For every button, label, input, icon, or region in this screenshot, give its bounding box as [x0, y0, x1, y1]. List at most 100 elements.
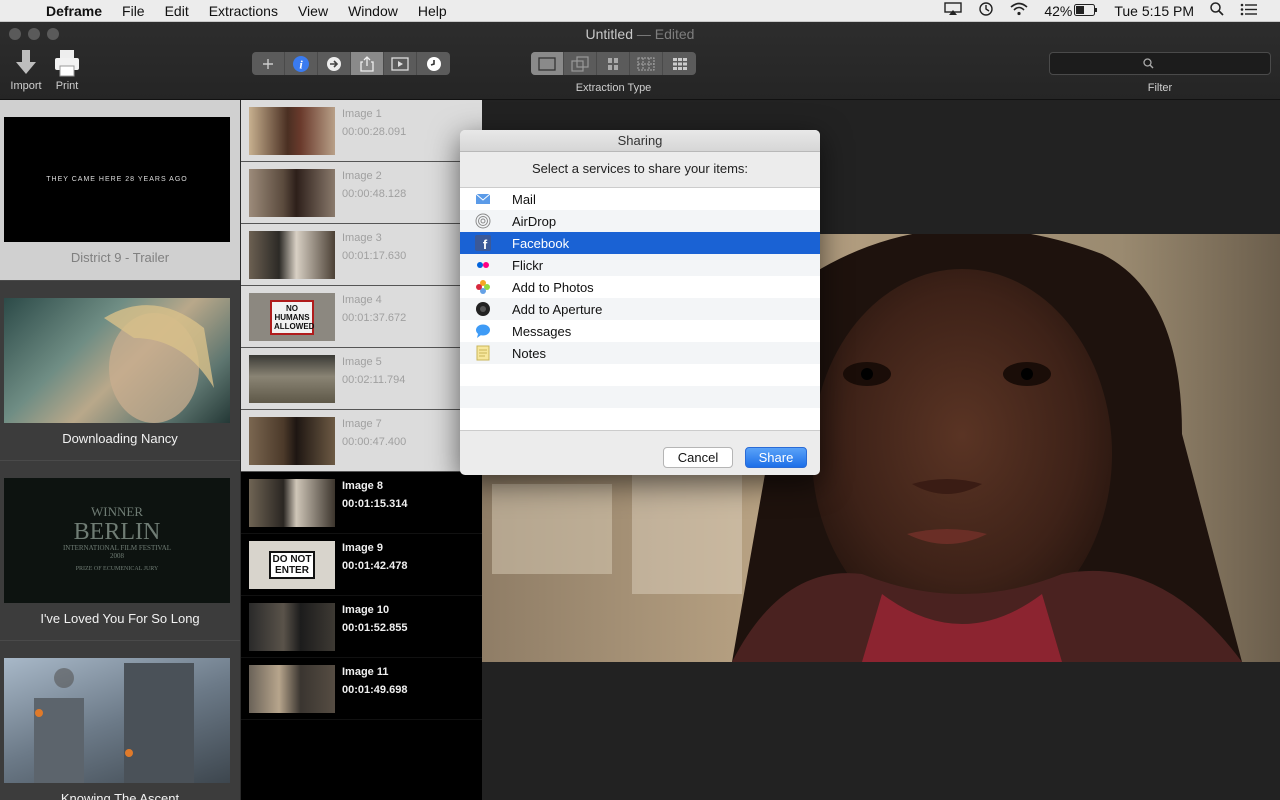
- filter-search-field[interactable]: [1049, 52, 1271, 75]
- share-toolbar-button[interactable]: [351, 52, 384, 75]
- image-row[interactable]: Image 5 00:02:11.794: [241, 348, 482, 410]
- info-button[interactable]: i: [285, 52, 318, 75]
- service-item-facebook[interactable]: f Facebook: [460, 232, 820, 254]
- extraction-stack-button[interactable]: [564, 52, 597, 75]
- thumbnail-caption: NO HUMANS ALLOWED: [270, 299, 314, 335]
- service-item-messages[interactable]: Messages: [460, 320, 820, 342]
- menu-app-name[interactable]: Deframe: [40, 3, 112, 19]
- image-name: Image 11: [342, 666, 389, 678]
- action-segmented-control: i: [252, 52, 450, 75]
- video-thumbnail: [4, 658, 230, 788]
- extraction-grid-outline-button[interactable]: [630, 52, 663, 75]
- grid-outline-icon: [637, 57, 655, 70]
- service-item-mail[interactable]: Mail: [460, 188, 820, 210]
- mail-icon: [475, 191, 491, 207]
- service-item-airdrop[interactable]: AirDrop: [460, 210, 820, 232]
- image-row[interactable]: DO NOT ENTER Image 9 00:01:42.478: [241, 534, 482, 596]
- extraction-grid9-button[interactable]: [663, 52, 696, 75]
- image-timecode: 00:02:11.794: [342, 374, 406, 386]
- extraction-type-label: Extraction Type: [575, 82, 652, 94]
- share-button[interactable]: Share: [745, 447, 807, 468]
- image-row[interactable]: Image 11 00:01:49.698: [241, 658, 482, 720]
- image-row[interactable]: Image 2 00:00:48.128: [241, 162, 482, 224]
- image-row[interactable]: NO HUMANS ALLOWED Image 4 00:01:37.672: [241, 286, 482, 348]
- video-item-knowing[interactable]: Knowing The Ascent: [0, 640, 240, 800]
- plus-icon: [263, 58, 273, 69]
- menu-help[interactable]: Help: [408, 3, 457, 19]
- airdrop-icon: [475, 213, 491, 229]
- thumbnail-caption: INTERNATIONAL FILM FESTIVAL 2008: [62, 544, 172, 560]
- image-timecode: 00:00:48.128: [342, 188, 407, 200]
- service-item-aperture[interactable]: Add to Aperture: [460, 298, 820, 320]
- menu-extractions[interactable]: Extractions: [199, 3, 288, 19]
- extraction-single-button[interactable]: [531, 52, 564, 75]
- menu-window[interactable]: Window: [338, 3, 408, 19]
- image-row[interactable]: Image 7 00:00:47.400: [241, 410, 482, 472]
- service-item-flickr[interactable]: Flickr: [460, 254, 820, 276]
- notes-icon: [475, 345, 491, 361]
- airplay-icon[interactable]: [936, 2, 970, 19]
- image-row[interactable]: Image 1 00:00:28.091: [241, 100, 482, 162]
- notification-center-icon[interactable]: [1232, 3, 1266, 19]
- cancel-button[interactable]: Cancel: [663, 447, 733, 468]
- arrow-right-circle-icon: [327, 56, 341, 71]
- play-frame-icon: [391, 56, 409, 71]
- grid-nine-icon: [672, 57, 687, 70]
- menu-edit[interactable]: Edit: [155, 3, 199, 19]
- menu-view[interactable]: View: [288, 3, 338, 19]
- import-label: Import: [10, 80, 42, 92]
- image-name: Image 7: [342, 418, 382, 430]
- image-thumbnail: [249, 355, 335, 403]
- image-row[interactable]: Image 8 00:01:15.314: [241, 472, 482, 534]
- sharing-dialog: Sharing Select a services to share your …: [460, 130, 820, 475]
- image-timecode: 00:01:17.630: [342, 250, 407, 262]
- service-label: Messages: [512, 323, 572, 339]
- service-item-notes[interactable]: Notes: [460, 342, 820, 364]
- empty-row: [460, 364, 820, 386]
- import-button[interactable]: Import: [7, 48, 45, 92]
- facebook-icon: f: [475, 235, 491, 251]
- service-label: Notes: [512, 345, 546, 361]
- image-row[interactable]: Image 3 00:01:17.630: [241, 224, 482, 286]
- video-item-downloading-nancy[interactable]: Downloading Nancy: [0, 280, 240, 460]
- image-name: Image 3: [342, 232, 382, 244]
- image-timecode: 00:00:47.400: [342, 436, 407, 448]
- history-button[interactable]: [417, 52, 450, 75]
- image-thumbnail: NO HUMANS ALLOWED: [249, 293, 335, 341]
- info-icon: i: [293, 55, 309, 72]
- spotlight-search-icon[interactable]: [1202, 2, 1232, 19]
- menu-clock[interactable]: Tue 5:15 PM: [1106, 3, 1202, 19]
- service-label: Add to Aperture: [512, 301, 603, 317]
- video-item-district9[interactable]: THEY CAME HERE 28 YEARS AGO District 9 -…: [0, 100, 240, 280]
- play-button[interactable]: [384, 52, 417, 75]
- filter-label: Filter: [1147, 82, 1173, 94]
- image-thumbnail: [249, 417, 335, 465]
- video-thumbnail: THEY CAME HERE 28 YEARS AGO: [4, 117, 230, 242]
- image-name: Image 10: [342, 604, 390, 616]
- go-forward-button[interactable]: [318, 52, 351, 75]
- add-button[interactable]: [252, 52, 285, 75]
- image-name: Image 2: [342, 170, 382, 182]
- menu-file[interactable]: File: [112, 3, 155, 19]
- service-item-photos[interactable]: Add to Photos: [460, 276, 820, 298]
- document-name: Untitled: [585, 26, 633, 42]
- video-title: Downloading Nancy: [62, 431, 178, 446]
- print-button[interactable]: Print: [50, 48, 84, 92]
- battery-percent[interactable]: 42%: [1036, 3, 1074, 19]
- image-timecode: 00:01:52.855: [342, 622, 408, 634]
- image-row[interactable]: Image 10 00:01:52.855: [241, 596, 482, 658]
- service-label: Flickr: [512, 257, 544, 273]
- time-machine-icon[interactable]: [970, 1, 1002, 20]
- thumbnail-caption: WINNER: [91, 504, 143, 519]
- battery-icon[interactable]: [1074, 3, 1106, 19]
- wifi-icon[interactable]: [1002, 2, 1036, 19]
- image-name: Image 9: [342, 542, 383, 554]
- image-thumbnail: [249, 169, 335, 217]
- video-thumbnail: WINNER BERLIN INTERNATIONAL FILM FESTIVA…: [4, 478, 230, 603]
- video-item-loved-you[interactable]: WINNER BERLIN INTERNATIONAL FILM FESTIVA…: [0, 460, 240, 640]
- extraction-grid4-button[interactable]: [597, 52, 630, 75]
- video-title: District 9 - Trailer: [70, 250, 170, 265]
- service-label: Mail: [512, 191, 536, 207]
- service-label: Add to Photos: [512, 279, 594, 295]
- image-thumbnail: [249, 603, 335, 651]
